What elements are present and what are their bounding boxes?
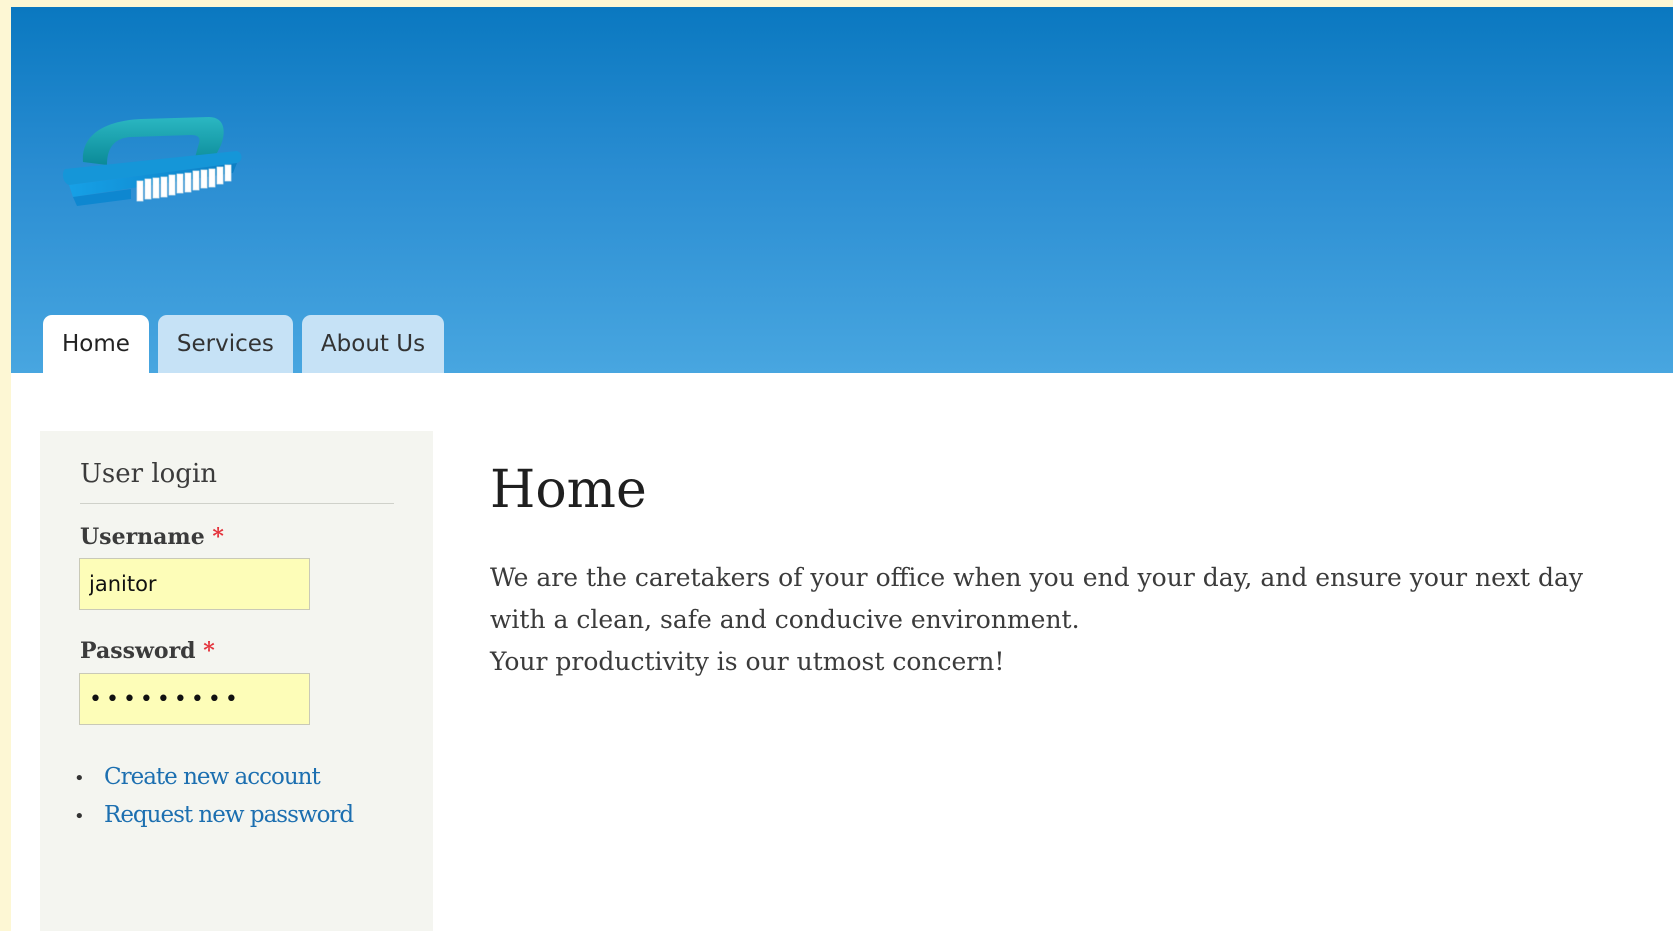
main-content: Home We are the caretakers of your offic…: [490, 455, 1673, 683]
required-marker: *: [203, 638, 215, 664]
password-label-text: Password: [80, 638, 196, 664]
site-header: Home Services About Us: [11, 7, 1673, 373]
bullet-icon: •: [74, 768, 85, 789]
username-input[interactable]: [79, 558, 310, 610]
block-title: User login: [80, 457, 394, 504]
intro-line: Your productivity is our utmost concern!: [490, 647, 1005, 676]
request-password-link[interactable]: Request new password: [104, 802, 354, 828]
bullet-icon: •: [74, 806, 85, 827]
list-item: • Create new account: [74, 759, 353, 797]
username-label-text: Username: [80, 524, 205, 550]
username-label: Username *: [80, 523, 224, 551]
login-links-list: • Create new account • Request new passwor…: [74, 759, 354, 835]
main-nav-tabs: Home Services About Us: [43, 315, 445, 373]
tab-services[interactable]: Services: [157, 315, 293, 373]
intro-line: We are the caretakers of your office whe…: [490, 563, 1583, 592]
user-login-block: User login Username * Password * •••••••…: [40, 431, 433, 931]
password-input[interactable]: •••••••••: [79, 673, 310, 725]
intro-text: We are the caretakers of your office whe…: [490, 557, 1673, 683]
page-frame: Home Services About Us User login Userna…: [11, 7, 1673, 931]
intro-line: with a clean, safe and conducive environ…: [490, 605, 1080, 634]
page-title: Home: [490, 460, 647, 520]
tab-home[interactable]: Home: [43, 315, 149, 373]
scrub-brush-icon[interactable]: [61, 107, 247, 211]
password-label: Password *: [80, 637, 215, 665]
required-marker: *: [212, 524, 224, 550]
list-item: • Request new password: [74, 797, 354, 835]
password-masked-value: •••••••••: [89, 687, 242, 712]
tab-about-us[interactable]: About Us: [301, 315, 445, 373]
create-account-link[interactable]: Create new account: [104, 764, 321, 790]
